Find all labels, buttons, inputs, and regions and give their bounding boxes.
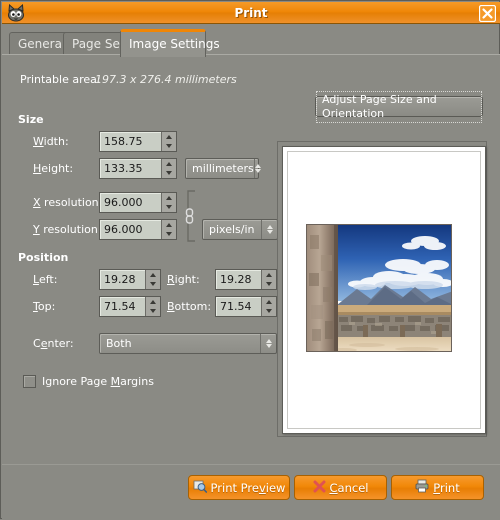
width-label: Width: xyxy=(33,135,69,148)
print-label: Print xyxy=(433,481,459,495)
preview-photo[interactable] xyxy=(306,224,452,352)
size-heading: Size xyxy=(18,113,44,126)
x-resolution-label: X resolution: xyxy=(33,196,102,209)
cancel-label: Cancel xyxy=(330,481,369,495)
size-unit-value: millimeters xyxy=(186,162,254,175)
center-combo[interactable]: Both xyxy=(99,333,277,354)
position-heading: Position xyxy=(18,251,68,264)
printable-area-value: 197.3 x 276.4 millimeters xyxy=(95,73,237,86)
print-button[interactable]: Print xyxy=(391,475,484,500)
tab-general[interactable]: General xyxy=(9,32,69,56)
top-label: Top: xyxy=(33,300,55,313)
print-preview-icon xyxy=(193,479,207,496)
width-stepper[interactable] xyxy=(161,132,176,151)
resolution-unit-combo[interactable]: pixels/in xyxy=(202,219,278,240)
right-value: 19.28 xyxy=(216,270,261,289)
top-stepper[interactable] xyxy=(145,297,160,316)
printable-area-label: Printable area: xyxy=(20,73,101,86)
resolution-unit-value: pixels/in xyxy=(203,223,261,236)
bottom-label: Bottom: xyxy=(167,300,211,313)
y-resolution-label: Y resolution: xyxy=(33,223,102,236)
top-value: 71.54 xyxy=(100,297,145,316)
y-resolution-spinbox[interactable]: 96.000 xyxy=(99,219,177,240)
width-spinbox[interactable]: 158.75 xyxy=(99,131,177,152)
chain-link-icon[interactable] xyxy=(184,188,198,236)
x-resolution-stepper[interactable] xyxy=(161,193,176,212)
y-resolution-stepper[interactable] xyxy=(161,220,176,239)
chevron-updown-icon xyxy=(261,220,277,239)
close-icon[interactable] xyxy=(479,5,496,22)
dialog-action-area: Print Preview Cancel Print xyxy=(2,464,500,520)
left-label: Left: xyxy=(33,273,57,286)
right-label: Right: xyxy=(167,273,200,286)
titlebar: Print xyxy=(2,2,500,24)
height-label: Height: xyxy=(33,162,73,175)
right-stepper[interactable] xyxy=(261,270,276,289)
image-settings-page: Printable area: 197.3 x 276.4 millimeter… xyxy=(2,54,500,464)
print-preview-button[interactable]: Print Preview xyxy=(188,475,290,500)
right-spinbox[interactable]: 19.28 xyxy=(215,269,277,290)
bottom-stepper[interactable] xyxy=(261,297,276,316)
window-title: Print xyxy=(2,2,500,24)
center-label: Center: xyxy=(33,337,74,350)
left-spinbox[interactable]: 19.28 xyxy=(99,269,161,290)
y-resolution-value: 96.000 xyxy=(100,220,161,239)
left-stepper[interactable] xyxy=(145,270,160,289)
height-spinbox[interactable]: 133.35 xyxy=(99,158,177,179)
cancel-x-icon xyxy=(313,480,326,496)
top-spinbox[interactable]: 71.54 xyxy=(99,296,161,317)
x-resolution-value: 96.000 xyxy=(100,193,161,212)
height-value: 133.35 xyxy=(100,159,161,178)
x-resolution-spinbox[interactable]: 96.000 xyxy=(99,192,177,213)
print-dialog-window: Print General Page Setup Image Settings … xyxy=(0,0,500,519)
printer-icon xyxy=(415,479,429,496)
adjust-page-size-button[interactable]: Adjust Page Size and Orientation xyxy=(315,96,483,117)
center-value: Both xyxy=(100,337,260,350)
width-value: 158.75 xyxy=(100,132,161,151)
print-preview-label: Print Preview xyxy=(211,481,286,495)
tab-row: General Page Setup Image Settings xyxy=(2,29,500,56)
photo-desert-courtyard xyxy=(307,225,452,352)
ignore-page-margins-checkbox[interactable] xyxy=(23,375,36,388)
bottom-spinbox[interactable]: 71.54 xyxy=(215,296,277,317)
bottom-value: 71.54 xyxy=(216,297,261,316)
left-value: 19.28 xyxy=(100,270,145,289)
height-stepper[interactable] xyxy=(161,159,176,178)
notebook: General Page Setup Image Settings Printa… xyxy=(2,24,500,464)
chevron-updown-icon xyxy=(260,334,276,353)
ignore-page-margins-label: Ignore Page Margins xyxy=(42,375,154,388)
chevron-updown-icon xyxy=(254,159,261,178)
tab-image-settings[interactable]: Image Settings xyxy=(120,29,206,57)
size-unit-combo[interactable]: millimeters xyxy=(185,158,259,179)
cancel-button[interactable]: Cancel xyxy=(294,475,387,500)
adjust-page-size-label: Adjust Page Size and Orientation xyxy=(316,91,482,123)
